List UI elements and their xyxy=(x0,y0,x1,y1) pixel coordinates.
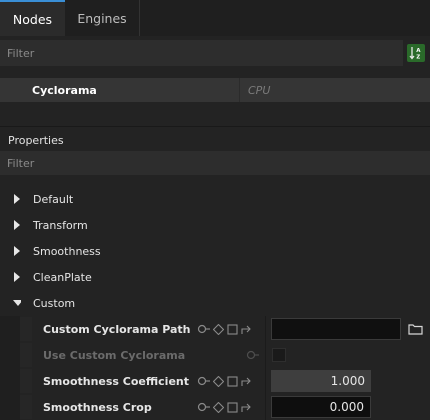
tab-engines[interactable]: Engines xyxy=(65,0,140,36)
property-row-smoothness-coefficient: Smoothness Coefficient 1.000 xyxy=(0,368,430,394)
property-label: Custom Cyclorama Path xyxy=(43,322,191,336)
row-gutter-inner xyxy=(20,395,32,419)
animate-box-icon[interactable] xyxy=(227,323,238,335)
properties-filter-placeholder: Filter xyxy=(7,156,35,170)
keyframe-icon[interactable] xyxy=(213,401,224,413)
column-divider xyxy=(265,342,266,368)
node-device: CPU xyxy=(248,83,271,97)
reset-arrow-icon[interactable] xyxy=(241,376,252,387)
link-pin-icon[interactable] xyxy=(197,324,210,334)
property-label: Use Custom Cyclorama xyxy=(43,348,186,362)
tab-nodes[interactable]: Nodes xyxy=(0,0,65,36)
chevron-down-icon xyxy=(13,300,21,306)
keyframe-icon[interactable] xyxy=(213,375,224,387)
category-smoothness[interactable]: Smoothness xyxy=(0,238,430,264)
property-row-use-custom-cyclorama: Use Custom Cyclorama xyxy=(0,342,430,368)
sort-alpha-icon[interactable]: A Z xyxy=(407,44,425,62)
link-pin-icon[interactable] xyxy=(197,402,210,412)
smoothness-crop-field[interactable]: 0.000 xyxy=(271,396,371,418)
category-cleanplate[interactable]: CleanPlate xyxy=(0,264,430,290)
tab-engines-label: Engines xyxy=(77,10,127,26)
keyframe-icon[interactable] xyxy=(213,323,224,335)
animate-box-icon[interactable] xyxy=(227,375,238,387)
link-pin-icon xyxy=(246,350,259,360)
smoothness-coefficient-field[interactable]: 1.000 xyxy=(271,370,371,392)
category-label: CleanPlate xyxy=(33,270,92,284)
category-label: Custom xyxy=(33,296,76,310)
category-label: Smoothness xyxy=(33,244,101,258)
reset-arrow-icon[interactable] xyxy=(241,324,252,335)
chevron-right-icon xyxy=(13,246,21,256)
property-actions xyxy=(246,342,259,368)
row-gutter xyxy=(0,316,20,342)
row-gutter-inner xyxy=(20,343,32,367)
link-pin-icon[interactable] xyxy=(197,376,210,386)
nodes-filter-input[interactable]: Filter xyxy=(0,40,403,66)
property-actions xyxy=(197,394,252,420)
column-divider xyxy=(265,316,266,342)
folder-icon[interactable] xyxy=(408,323,423,338)
row-gutter-inner xyxy=(20,369,32,393)
row-gutter xyxy=(0,394,20,420)
svg-text:A: A xyxy=(416,48,421,54)
properties-title: Properties xyxy=(8,134,64,147)
reset-arrow-icon[interactable] xyxy=(241,402,252,413)
column-divider xyxy=(265,368,266,394)
svg-text:Z: Z xyxy=(416,55,420,61)
custom-cyclorama-path-field[interactable] xyxy=(271,318,401,340)
property-row-custom-cyclorama-path: Custom Cyclorama Path xyxy=(0,316,430,342)
property-actions xyxy=(197,368,252,394)
category-custom[interactable]: Custom xyxy=(0,290,430,316)
chevron-right-icon xyxy=(13,220,21,230)
property-label: Smoothness Crop xyxy=(43,400,152,414)
row-gutter xyxy=(0,342,20,368)
property-actions xyxy=(197,316,252,342)
properties-filter-input[interactable]: Filter xyxy=(0,151,430,175)
chevron-right-icon xyxy=(13,194,21,204)
tab-nodes-label: Nodes xyxy=(12,11,53,27)
category-default[interactable]: Default xyxy=(0,186,430,212)
category-label: Default xyxy=(33,192,74,206)
node-row-cyclorama[interactable]: Cyclorama CPU xyxy=(0,78,430,102)
chevron-right-icon xyxy=(13,272,21,282)
use-custom-cyclorama-checkbox[interactable] xyxy=(272,348,286,362)
row-gutter-inner xyxy=(20,317,32,341)
column-divider xyxy=(265,394,266,420)
category-transform[interactable]: Transform xyxy=(0,212,430,238)
animate-box-icon[interactable] xyxy=(227,401,238,413)
row-gutter xyxy=(0,368,20,394)
category-label: Transform xyxy=(33,218,88,232)
property-row-smoothness-crop: Smoothness Crop 0.000 xyxy=(0,394,430,420)
property-label: Smoothness Coefficient xyxy=(43,374,190,388)
node-name: Cyclorama xyxy=(0,78,240,102)
nodes-filter-placeholder: Filter xyxy=(7,46,35,60)
panel-divider xyxy=(0,126,430,127)
